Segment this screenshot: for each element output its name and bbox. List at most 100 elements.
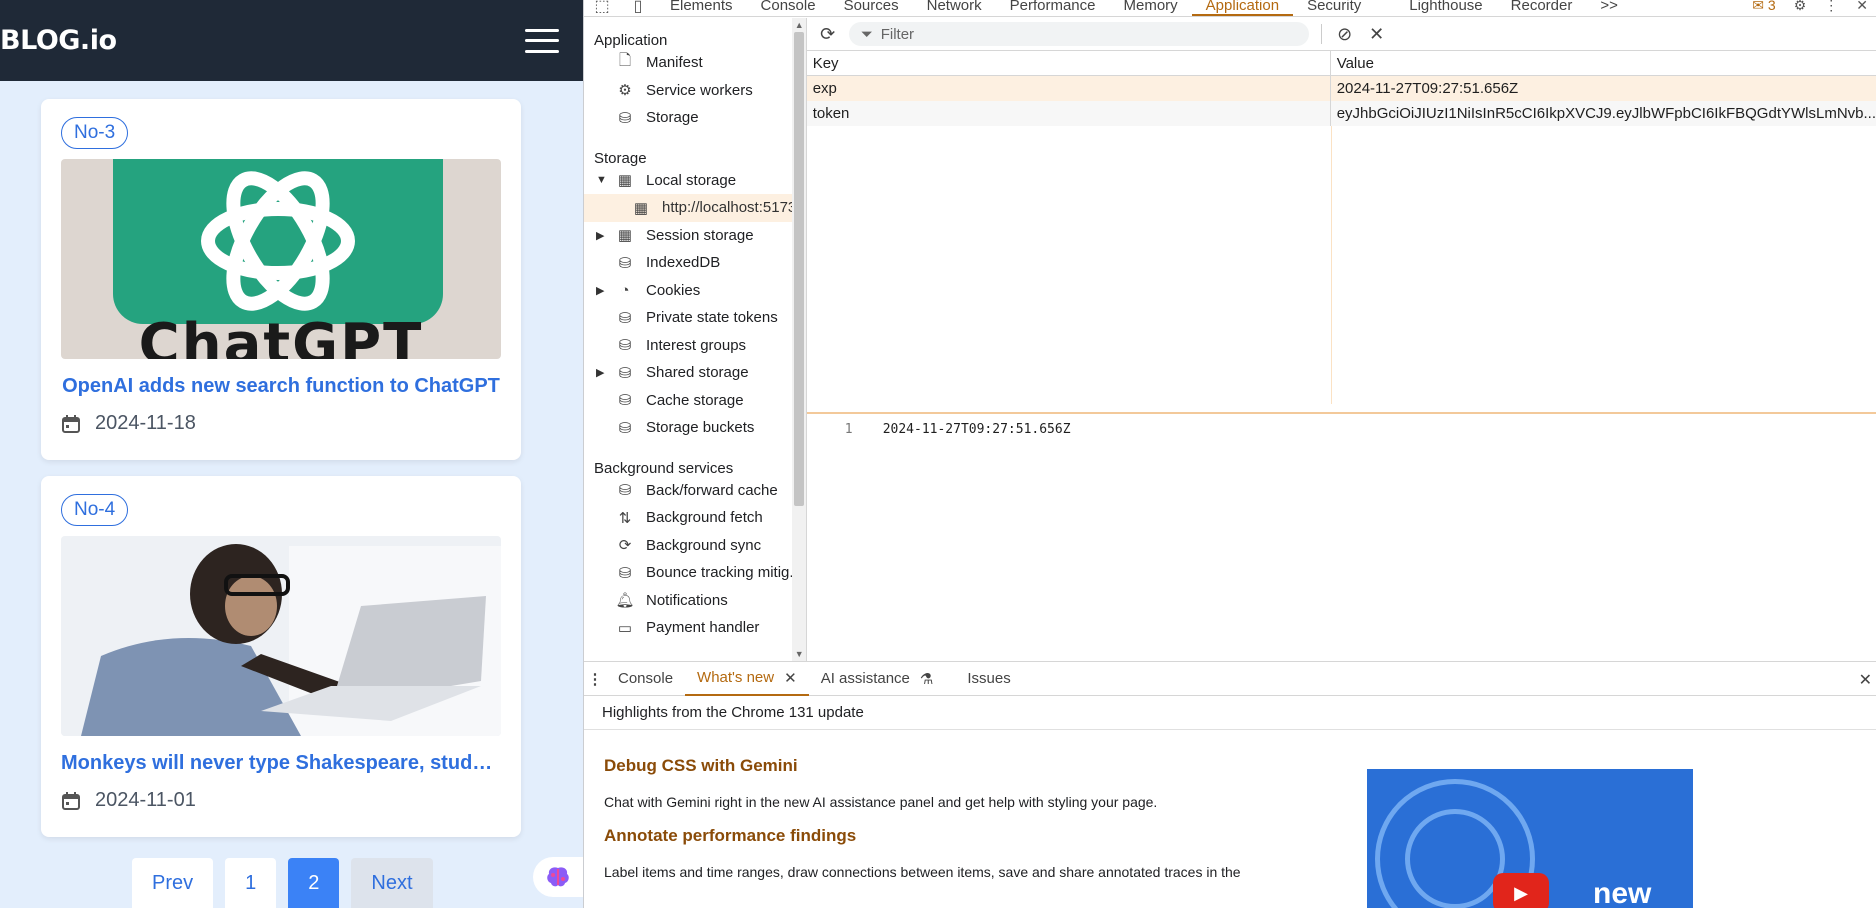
sidebar-item-bounce-tracking[interactable]: ⛁ Bounce tracking mitig... [584, 559, 806, 587]
tab-console[interactable]: Console [747, 0, 830, 13]
video-label: new [1593, 877, 1652, 908]
tab-memory[interactable]: Memory [1110, 0, 1192, 13]
row-key: exp [807, 76, 1331, 101]
inspect-element-icon[interactable]: ⬚ [584, 0, 620, 16]
clear-all-icon[interactable]: ⊘ [1334, 23, 1356, 45]
devtools-right-controls: ✉ 3 ⚙ ⋮ ✕ [1752, 0, 1876, 14]
tab-elements[interactable]: Elements [656, 0, 747, 13]
row-key: token [807, 101, 1331, 126]
sidebar-item-private-state-tokens[interactable]: ⛁ Private state tokens [584, 304, 806, 332]
drawer-tab-ai-assistance[interactable]: AI assistance ⚗ [809, 662, 946, 696]
tab-application[interactable]: Application [1191, 0, 1294, 16]
database-icon: ⛁ [618, 254, 632, 272]
page-2-button[interactable]: 2 [288, 858, 340, 908]
sidebar-item-session-storage[interactable]: ▶ ▦ Session storage [584, 222, 806, 250]
video-thumbnail[interactable]: ▶ new [1367, 769, 1693, 908]
post-title[interactable]: OpenAI adds new search function to ChatG… [61, 375, 501, 398]
decorative-ring [1405, 809, 1505, 908]
devtools-body: Application 🗋 Manifest ⚙ Service workers ⛁… [584, 18, 1876, 661]
close-tab-icon[interactable]: ✕ [784, 669, 797, 687]
screen: BLOG.io No-3 ChatGPT OpenAI adds new sea… [0, 0, 1876, 908]
sidebar-scrollbar[interactable]: ▲ ▼ [791, 18, 806, 661]
blog-header: BLOG.io [0, 0, 583, 81]
sidebar-item-interest-groups[interactable]: ⛁ Interest groups [584, 332, 806, 360]
database-icon: ⛁ [618, 482, 632, 500]
table-row[interactable]: token eyJhbGciOiJIUzI1NiIsInR5cCI6IkpXVC… [806, 101, 1876, 126]
storage-toolbar: ⟳ ⏷ Filter ⊘ ✕ [806, 18, 1876, 51]
sidebar-item-cookies[interactable]: ▶ ◔ Cookies [584, 277, 806, 305]
database-icon: ⛁ [618, 419, 632, 437]
table-row[interactable]: exp 2024-11-27T09:27:51.656Z [806, 76, 1876, 101]
sidebar-item-back-forward-cache[interactable]: ⛁ Back/forward cache [584, 477, 806, 505]
post-badge: No-3 [61, 117, 129, 149]
scroll-down-arrow-icon[interactable]: ▼ [795, 649, 804, 659]
column-value[interactable]: Value [1331, 51, 1876, 75]
tab-sources[interactable]: Sources [830, 0, 913, 13]
sidebar-item-shared-storage[interactable]: ▶ ⛁ Shared storage [584, 359, 806, 387]
drawer-tab-console[interactable]: Console [606, 662, 685, 696]
sidebar-item-payment-handler[interactable]: ▭ Payment handler [584, 614, 806, 642]
sidebar-item-storage[interactable]: ⛁ Storage [584, 104, 806, 132]
sidebar-item-cache-storage[interactable]: ⛁ Cache storage [584, 387, 806, 415]
table-icon: ▦ [617, 227, 633, 245]
post-date-row: 2024-11-01 [61, 789, 501, 812]
sidebar-item-storage-buckets[interactable]: ⛁ Storage buckets [584, 414, 806, 442]
chimp-laptop-illustration [61, 536, 501, 736]
sidebar-item-localhost-origin[interactable]: ▦ http://localhost:5173 [584, 194, 806, 222]
brain-icon[interactable] [533, 857, 583, 897]
tab-lighthouse[interactable]: Lighthouse [1395, 0, 1496, 13]
drawer-menu-icon[interactable]: ⋮ [584, 670, 606, 688]
post-title[interactable]: Monkeys will never type Shakespeare, stu… [61, 752, 501, 775]
whats-new-content: Debug CSS with Gemini Chat with Gemini r… [584, 730, 1876, 908]
more-options-icon[interactable]: ⋮ [1824, 0, 1838, 14]
close-devtools-icon[interactable]: ✕ [1856, 0, 1868, 14]
post-card[interactable]: No-3 ChatGPT OpenAI adds new search func… [41, 99, 521, 460]
pagination: Prev 1 2 Next [132, 858, 433, 908]
tab-security[interactable]: Security [1293, 0, 1375, 13]
drawer-tab-whats-new[interactable]: What's new ✕ [685, 662, 809, 696]
sidebar-item-background-fetch[interactable]: ⇅ Background fetch [584, 504, 806, 532]
post-card[interactable]: No-4 Monkeys will never type Shakespeare… [41, 476, 521, 837]
play-button-icon[interactable]: ▶ [1493, 873, 1549, 908]
expanded-arrow-icon[interactable]: ▼ [596, 174, 607, 186]
collapsed-arrow-icon[interactable]: ▶ [596, 284, 604, 297]
database-icon: ⛁ [618, 309, 632, 327]
tab-performance[interactable]: Performance [996, 0, 1110, 13]
post-image[interactable]: ChatGPT [61, 159, 501, 359]
menu-icon[interactable] [525, 28, 559, 53]
next-page-button[interactable]: Next [351, 858, 433, 908]
delete-selected-icon[interactable]: ✕ [1366, 23, 1388, 45]
drawer-tab-issues[interactable]: Issues [955, 662, 1022, 696]
post-image[interactable] [61, 536, 501, 736]
sidebar-item-service-workers[interactable]: ⚙ Service workers [584, 77, 806, 105]
scroll-up-arrow-icon[interactable]: ▲ [795, 20, 804, 30]
sidebar-item-background-sync[interactable]: ⟳ Background sync [584, 532, 806, 560]
tab-recorder[interactable]: Recorder [1497, 0, 1587, 13]
sidebar-item-local-storage[interactable]: ▼ ▦ Local storage [584, 167, 806, 195]
device-toolbar-icon[interactable]: ▯ [620, 0, 656, 16]
more-tabs-icon[interactable]: >> [1586, 0, 1632, 13]
sidebar-item-manifest[interactable]: 🗋 Manifest [584, 49, 806, 77]
gear-icon: ⚙ [618, 82, 632, 100]
database-icon: ⛁ [618, 564, 632, 582]
table-empty-area [807, 126, 1332, 404]
database-icon: ⛁ [618, 337, 632, 355]
blog-logo[interactable]: BLOG.io [0, 25, 117, 56]
column-key[interactable]: Key [807, 51, 1331, 75]
scrollbar-thumb[interactable] [793, 32, 804, 506]
close-drawer-icon[interactable]: ✕ [1859, 670, 1872, 690]
database-icon: ⛁ [618, 109, 632, 127]
post-date: 2024-11-01 [95, 789, 196, 811]
sidebar-item-indexeddb[interactable]: ⛁ IndexedDB [584, 249, 806, 277]
collapsed-arrow-icon[interactable]: ▶ [596, 229, 604, 242]
settings-icon[interactable]: ⚙ [1794, 0, 1807, 14]
tab-network[interactable]: Network [913, 0, 996, 13]
refresh-icon[interactable]: ⟳ [817, 23, 839, 45]
collapsed-arrow-icon[interactable]: ▶ [596, 366, 604, 379]
filter-input[interactable]: ⏷ Filter [848, 22, 1309, 46]
issues-counter[interactable]: ✉ 3 [1752, 0, 1775, 14]
sidebar-item-notifications[interactable]: 🔔︎ Notifications [584, 587, 806, 615]
page-1-button[interactable]: 1 [225, 858, 277, 908]
prev-page-button[interactable]: Prev [132, 858, 214, 908]
value-preview: 1 2024-11-27T09:27:51.656Z [806, 412, 1876, 661]
